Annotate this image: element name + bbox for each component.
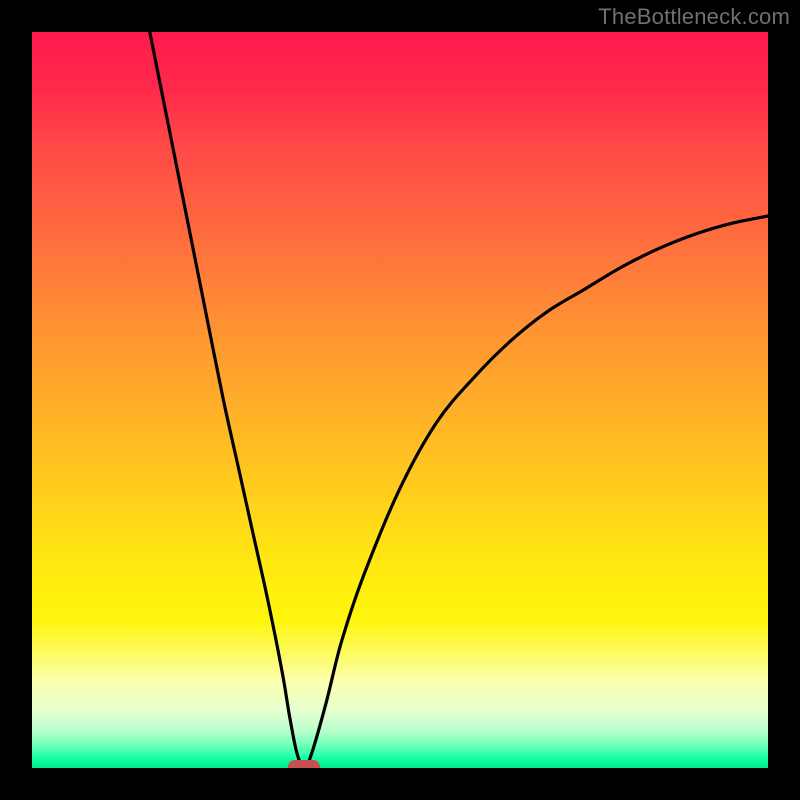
plot-area: [32, 32, 768, 768]
watermark-text: TheBottleneck.com: [598, 4, 790, 30]
optimum-marker: [288, 760, 320, 768]
bottleneck-curve: [32, 32, 768, 768]
chart-frame: TheBottleneck.com: [0, 0, 800, 800]
